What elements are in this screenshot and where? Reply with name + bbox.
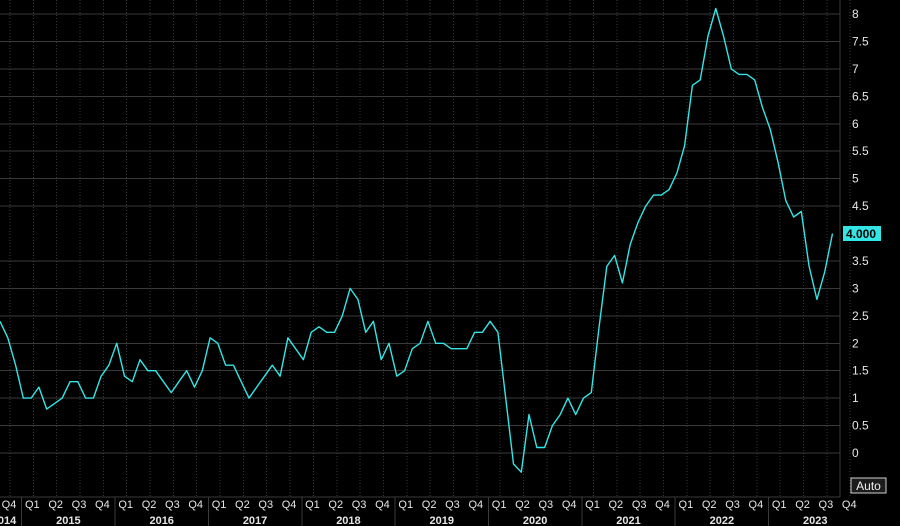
x-tick-quarter: Q4 <box>749 499 764 511</box>
x-tick-quarter: Q4 <box>842 499 857 511</box>
y-tick-label: 8 <box>852 7 859 21</box>
x-tick-quarter: Q2 <box>48 499 63 511</box>
x-tick-quarter: Q2 <box>608 499 623 511</box>
line-chart: 87.576.565.554.53.532.521.510.50 Q4 Q1 Q2 Q… <box>0 0 887 526</box>
x-tick-quarter: Q3 <box>258 499 273 511</box>
x-tick-year: 2018 <box>336 515 360 526</box>
y-tick-label: 0 <box>852 446 859 460</box>
x-tick-quarter: Q1 <box>492 499 507 511</box>
x-tick-quarter: Q1 <box>585 499 600 511</box>
x-tick-quarter: Q2 <box>422 499 437 511</box>
x-tick-quarter: Q3 <box>445 499 460 511</box>
x-axis: Q4 Q1 Q2 Q3 Q4 Q1 Q2 Q3 Q4 Q1 Q2 Q3 Q4 Q1 Q2 Q3 Q4 Q1 Q2 Q3… <box>0 496 857 526</box>
x-tick-quarter: Q2 <box>235 499 250 511</box>
y-tick-label: 1.5 <box>852 364 869 378</box>
auto-scale-button[interactable]: Auto <box>850 477 887 494</box>
grid <box>0 0 851 497</box>
x-tick-quarter: Q1 <box>212 499 227 511</box>
y-tick-label: 3 <box>852 281 859 295</box>
x-tick-quarter: Q4 <box>562 499 577 511</box>
y-tick-label: 6 <box>852 117 859 131</box>
y-tick-label: 7 <box>852 62 859 76</box>
x-tick-quarter: Q4 <box>95 499 110 511</box>
x-tick-quarter: Q3 <box>72 499 87 511</box>
y-tick-label: 3.5 <box>852 254 869 268</box>
x-tick-quarter: Q4 <box>2 499 17 511</box>
x-tick-quarter: Q4 <box>375 499 390 511</box>
x-tick-quarter: Q4 <box>468 499 483 511</box>
x-tick-quarter: Q3 <box>165 499 180 511</box>
x-tick-quarter: Q2 <box>142 499 157 511</box>
x-tick-year: 2020 <box>523 515 547 526</box>
y-tick-label: 2 <box>852 336 859 350</box>
x-tick-year: 2021 <box>616 515 640 526</box>
x-tick-quarter: Q1 <box>305 499 320 511</box>
x-tick-year: 2022 <box>710 515 734 526</box>
series-line <box>0 7 834 473</box>
x-tick-quarter: Q2 <box>515 499 530 511</box>
x-tick-quarter: Q2 <box>328 499 343 511</box>
x-tick-quarter: Q1 <box>772 499 787 511</box>
x-tick-quarter: Q1 <box>118 499 133 511</box>
x-tick-quarter: Q1 <box>398 499 413 511</box>
x-tick-year: 2017 <box>243 515 267 526</box>
auto-button-label[interactable]: Auto <box>856 479 881 493</box>
x-tick-quarter: Q3 <box>632 499 647 511</box>
x-tick-year: 2019 <box>430 515 454 526</box>
x-tick-quarter: Q3 <box>352 499 367 511</box>
x-tick-quarter: Q1 <box>679 499 694 511</box>
x-tick-quarter: Q4 <box>188 499 203 511</box>
y-tick-label: 0.5 <box>852 419 869 433</box>
x-tick-year: 2014 <box>0 515 17 526</box>
x-tick-year: 2016 <box>149 515 173 526</box>
last-value-marker: 4.000 <box>843 226 881 241</box>
y-tick-label: 1 <box>852 391 859 405</box>
x-tick-quarter: Q1 <box>25 499 40 511</box>
x-tick-quarter: Q3 <box>538 499 553 511</box>
x-tick-quarter: Q4 <box>282 499 297 511</box>
x-tick-year: 2015 <box>56 515 80 526</box>
y-tick-label: 6.5 <box>852 89 869 103</box>
x-tick-quarter: Q4 <box>655 499 670 511</box>
x-tick-quarter: Q3 <box>819 499 834 511</box>
y-tick-label: 5 <box>852 172 859 186</box>
last-value-label: 4.000 <box>846 227 876 241</box>
x-tick-quarter: Q2 <box>702 499 717 511</box>
y-tick-label: 5.5 <box>852 144 869 158</box>
x-tick-year: 2023 <box>803 515 827 526</box>
x-tick-quarter: Q2 <box>795 499 810 511</box>
y-tick-label: 2.5 <box>852 309 869 323</box>
x-tick-quarter: Q3 <box>725 499 740 511</box>
y-tick-label: 4.5 <box>852 199 869 213</box>
y-tick-label: 7.5 <box>852 34 869 48</box>
